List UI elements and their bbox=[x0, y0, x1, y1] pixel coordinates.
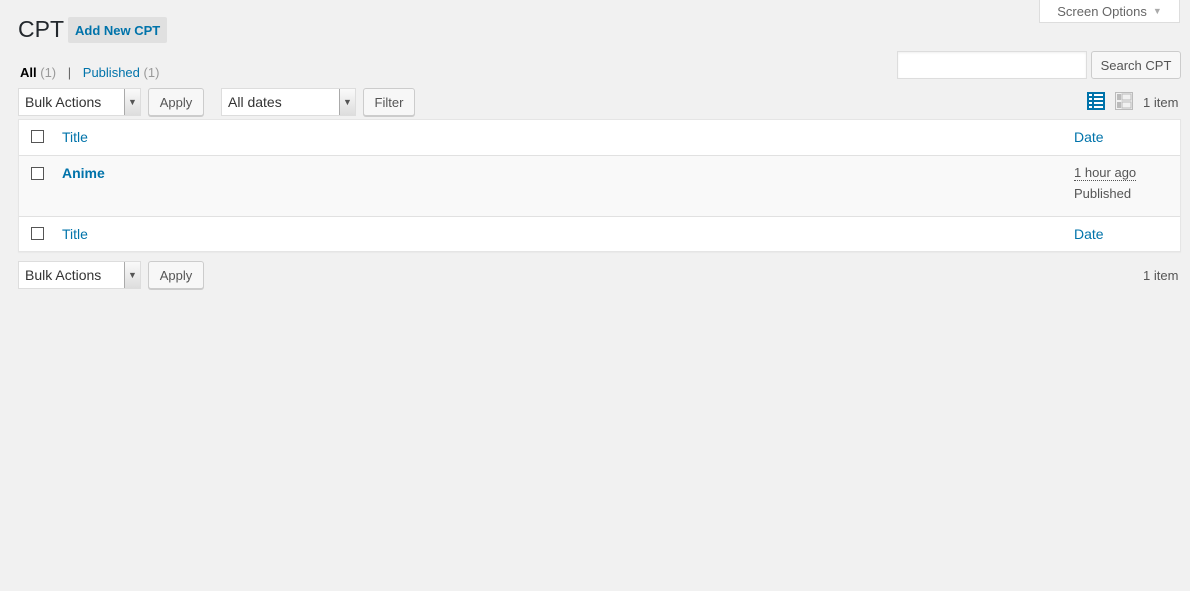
page-title: CPT bbox=[18, 16, 64, 42]
select-all-checkbox[interactable] bbox=[31, 130, 44, 143]
views-filter: All (1) | Published (1) bbox=[20, 65, 159, 80]
screen-options-button[interactable]: Screen Options ▼ bbox=[1039, 0, 1180, 23]
screen-options-label: Screen Options bbox=[1057, 3, 1147, 19]
add-new-button[interactable]: Add New CPT bbox=[68, 17, 168, 43]
caret-down-icon: ▼ bbox=[339, 89, 355, 115]
table-footer-row: Title Date bbox=[19, 216, 1180, 252]
column-date-sort[interactable]: Date bbox=[1074, 129, 1104, 145]
bulk-actions-value: Bulk Actions bbox=[25, 267, 102, 283]
views-separator: | bbox=[67, 65, 72, 80]
search-button[interactable]: Search CPT bbox=[1091, 51, 1181, 79]
column-date-sort-footer[interactable]: Date bbox=[1074, 226, 1104, 242]
post-title-link[interactable]: Anime bbox=[62, 165, 105, 181]
view-all-count: (1) bbox=[40, 65, 57, 80]
caret-down-icon: ▼ bbox=[124, 262, 140, 288]
filter-button[interactable]: Filter bbox=[363, 88, 415, 116]
search-input[interactable] bbox=[897, 51, 1087, 79]
view-published-count: (1) bbox=[143, 65, 160, 80]
row-checkbox[interactable] bbox=[31, 167, 44, 180]
date-filter-select[interactable]: All dates ▼ bbox=[221, 88, 356, 116]
apply-button-bottom[interactable]: Apply bbox=[148, 261, 204, 289]
table-row: Anime 1 hour ago Published bbox=[19, 156, 1180, 216]
posts-table: Title Date Anime 1 hour ago Published Ti… bbox=[18, 119, 1181, 252]
view-all-link[interactable]: All bbox=[20, 65, 37, 80]
items-count-bottom: 1 item bbox=[1143, 268, 1179, 283]
view-published-link[interactable]: Published bbox=[83, 65, 140, 80]
date-filter-value: All dates bbox=[228, 94, 282, 110]
apply-button-top[interactable]: Apply bbox=[148, 88, 204, 116]
caret-down-icon: ▼ bbox=[124, 89, 140, 115]
bulk-actions-select-bottom[interactable]: Bulk Actions ▼ bbox=[18, 261, 141, 289]
select-all-checkbox-footer[interactable] bbox=[31, 227, 44, 240]
post-status: Published bbox=[1074, 186, 1132, 201]
table-header-row: Title Date bbox=[19, 120, 1180, 156]
items-count-top: 1 item bbox=[1143, 95, 1179, 110]
column-title-sort-footer[interactable]: Title bbox=[62, 226, 88, 242]
bulk-actions-value: Bulk Actions bbox=[25, 94, 102, 110]
bulk-actions-select-top[interactable]: Bulk Actions ▼ bbox=[18, 88, 141, 116]
list-view-icon[interactable] bbox=[1087, 92, 1105, 110]
column-title-sort[interactable]: Title bbox=[62, 129, 88, 145]
caret-down-icon: ▼ bbox=[1152, 6, 1162, 16]
excerpt-view-icon[interactable] bbox=[1115, 92, 1133, 110]
post-date: 1 hour ago bbox=[1074, 165, 1137, 181]
